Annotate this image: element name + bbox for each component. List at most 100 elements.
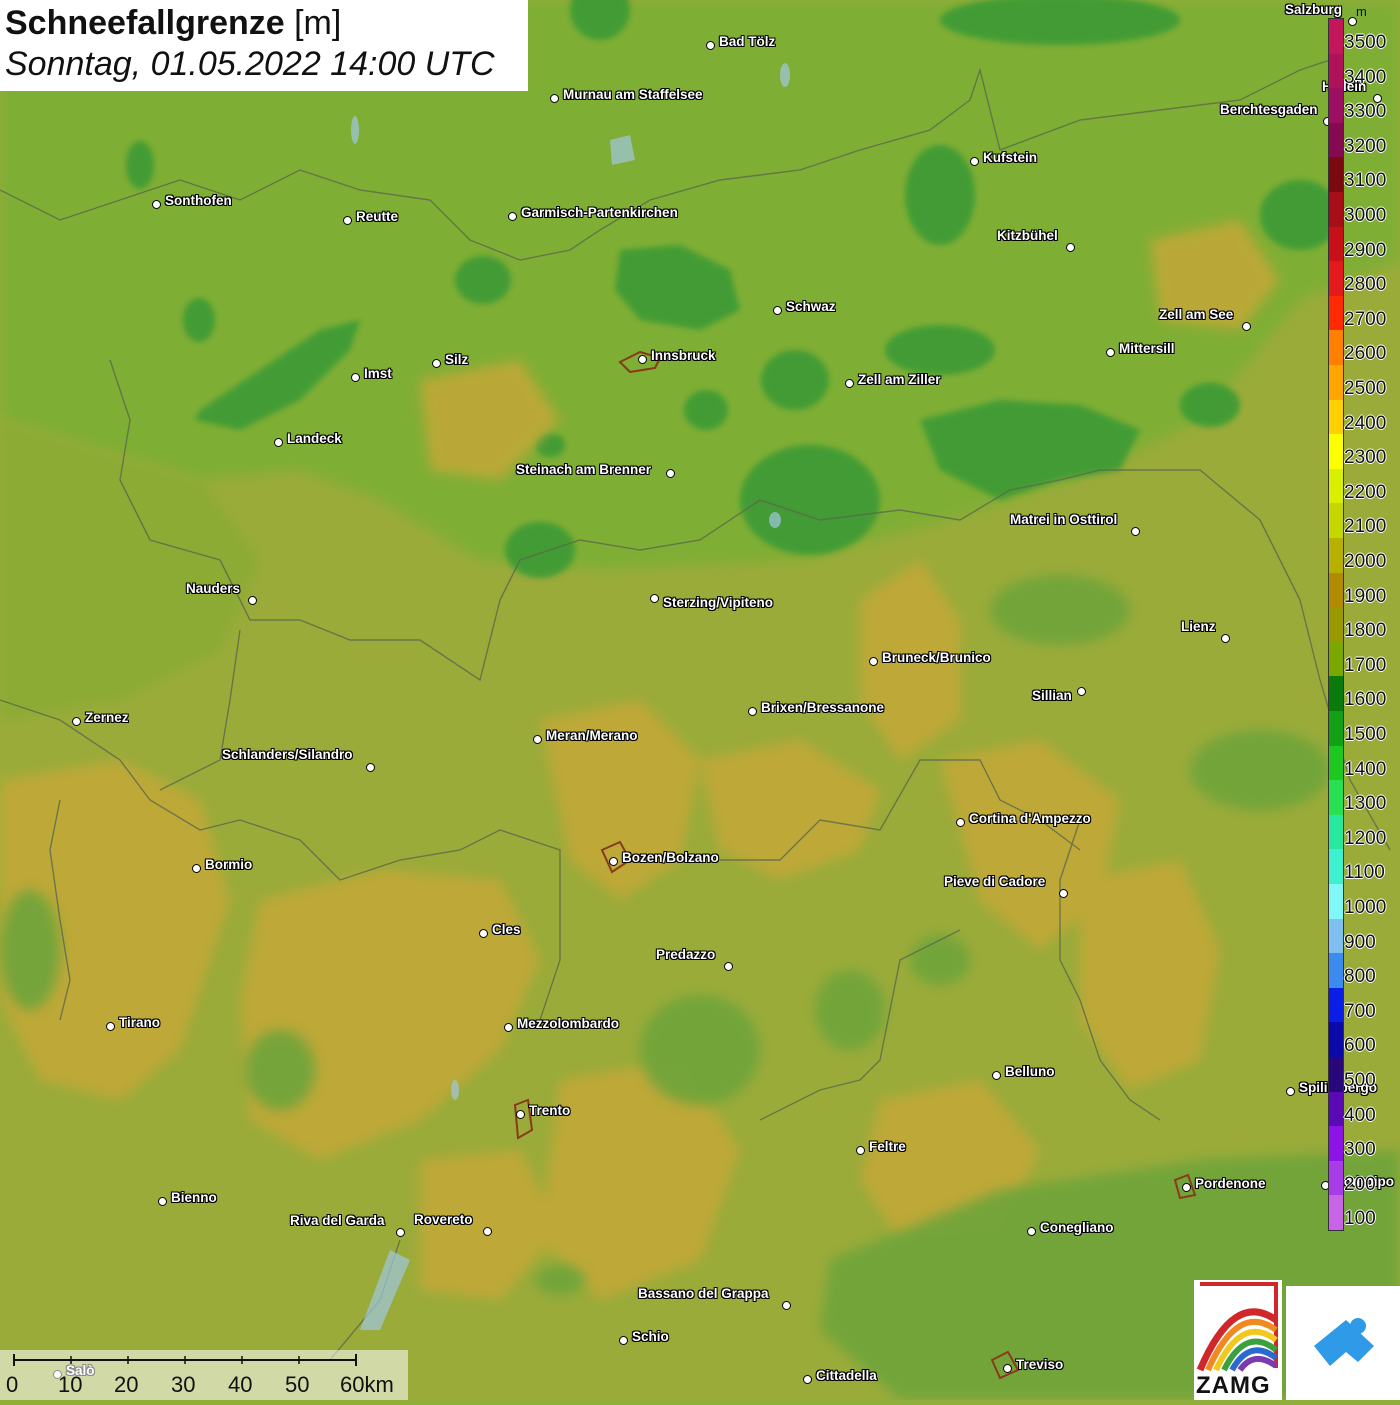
city-label: Cittadella (816, 1368, 877, 1383)
legend-swatch (1329, 365, 1343, 401)
city-marker (1059, 889, 1068, 898)
city-label: Predazzo (656, 947, 716, 962)
legend-label: 2500 (1344, 378, 1387, 399)
city-label: Berchtesgaden (1220, 102, 1318, 117)
legend-color-bar (1328, 18, 1344, 1231)
city-marker (351, 373, 360, 382)
city-label: Mezzolombardo (517, 1016, 620, 1031)
legend-swatch (1329, 780, 1343, 816)
city-marker (1131, 527, 1140, 536)
city-label: Conegliano (1040, 1220, 1114, 1235)
city-marker (706, 41, 715, 50)
city-marker (106, 1022, 115, 1031)
city-marker (1182, 1183, 1191, 1192)
legend-label: 1300 (1344, 793, 1387, 815)
city-marker (869, 657, 878, 666)
city-label: Bad Tölz (719, 34, 776, 49)
city-label: Lienz (1181, 619, 1216, 634)
city-marker (396, 1228, 405, 1237)
scale-label: 20 (114, 1372, 139, 1397)
legend-swatch (1329, 1195, 1343, 1231)
legend-swatch (1329, 261, 1343, 297)
map-datetime: Sonntag, 01.05.2022 14:00 UTC (5, 45, 495, 83)
city-marker (1077, 687, 1086, 696)
city-marker (773, 306, 782, 315)
title-unit: [m] (294, 4, 342, 42)
city-label: Sillian (1032, 688, 1072, 703)
legend-label: 300 (1344, 1139, 1376, 1161)
legend-swatch (1329, 1160, 1343, 1196)
legend-label: 2300 (1344, 447, 1387, 469)
city-marker (533, 735, 542, 744)
city-label: Sterzing/Vipiteno (663, 595, 774, 610)
legend-swatch (1329, 330, 1343, 366)
city-marker (1027, 1227, 1036, 1236)
legend-label: 900 (1344, 931, 1376, 953)
city-marker (845, 379, 854, 388)
legend-label: 1500 (1344, 724, 1387, 745)
legend-label: 2800 (1344, 274, 1387, 296)
city-label: Bozen/Bolzano (622, 850, 719, 865)
city-label: Feltre (869, 1139, 906, 1154)
city-label: Schio (632, 1329, 669, 1344)
legend-label: 3400 (1344, 66, 1387, 88)
legend-label: 600 (1344, 1035, 1376, 1057)
city-marker (1106, 348, 1115, 357)
city-marker (1066, 243, 1075, 252)
legend-label: 3000 (1344, 205, 1387, 226)
city-label: Bienno (171, 1190, 217, 1205)
legend-swatch (1329, 953, 1343, 989)
city-marker (432, 359, 441, 368)
legend-swatch (1329, 849, 1343, 885)
legend-swatch (1329, 884, 1343, 920)
legend-label: 3500 (1344, 32, 1387, 53)
legend-swatch (1329, 607, 1343, 643)
legend-swatch (1329, 503, 1343, 539)
city-marker (504, 1023, 513, 1032)
legend-label: 1400 (1344, 758, 1387, 780)
city-marker (970, 157, 979, 166)
city-marker (619, 1336, 628, 1345)
city-label: Tirano (119, 1015, 161, 1030)
legend-label: 700 (1344, 1000, 1376, 1022)
title-main: Schneefallgrenze (5, 4, 285, 42)
scale-label: 0 (6, 1372, 19, 1397)
legend-label: 500 (1344, 1070, 1376, 1091)
legend-swatch (1329, 641, 1343, 677)
city-label: Schlanders/Silandro (222, 747, 353, 762)
city-label: Sonthofen (165, 193, 232, 208)
legend-label: 2400 (1344, 412, 1387, 434)
city-label: Matrei in Osttirol (1010, 512, 1118, 527)
city-marker (479, 929, 488, 938)
city-label: Rovereto (414, 1212, 473, 1227)
legend-label: 2900 (1344, 239, 1387, 261)
legend-swatch (1329, 295, 1343, 331)
legend-swatch (1329, 1057, 1343, 1093)
city-marker (72, 717, 81, 726)
scale-label: 60km (340, 1372, 394, 1397)
legend-label: 3200 (1344, 135, 1387, 157)
legend-label: 2000 (1344, 551, 1387, 572)
legend-swatch (1329, 1126, 1343, 1162)
title-box: Schneefallgrenze [m] Sonntag, 01.05.2022… (0, 0, 528, 91)
city-label: Bassano del Grappa (638, 1286, 769, 1301)
legend-label: 1100 (1344, 862, 1385, 884)
city-label: Garmisch-Partenkirchen (521, 205, 678, 220)
city-label: Schwaz (786, 299, 836, 314)
city-label: Murnau am Staffelsee (563, 87, 703, 102)
legend-swatch (1329, 572, 1343, 608)
city-label: Cles (492, 922, 521, 937)
legend-swatch (1329, 676, 1343, 712)
city-marker (956, 818, 965, 827)
legend-label: 200 (1344, 1173, 1376, 1195)
legend-label: 2200 (1344, 481, 1387, 503)
legend-swatch (1329, 88, 1343, 124)
city-label: Pordenone (1195, 1176, 1266, 1191)
legend-swatch (1329, 157, 1343, 193)
zamg-rainbow-icon (1196, 1282, 1279, 1372)
city-label: Kufstein (983, 150, 1037, 165)
city-label: Landeck (287, 431, 342, 446)
partner-logo[interactable] (1286, 1286, 1400, 1400)
legend-label: 1000 (1344, 897, 1387, 918)
scale-label: 50 (285, 1372, 310, 1397)
